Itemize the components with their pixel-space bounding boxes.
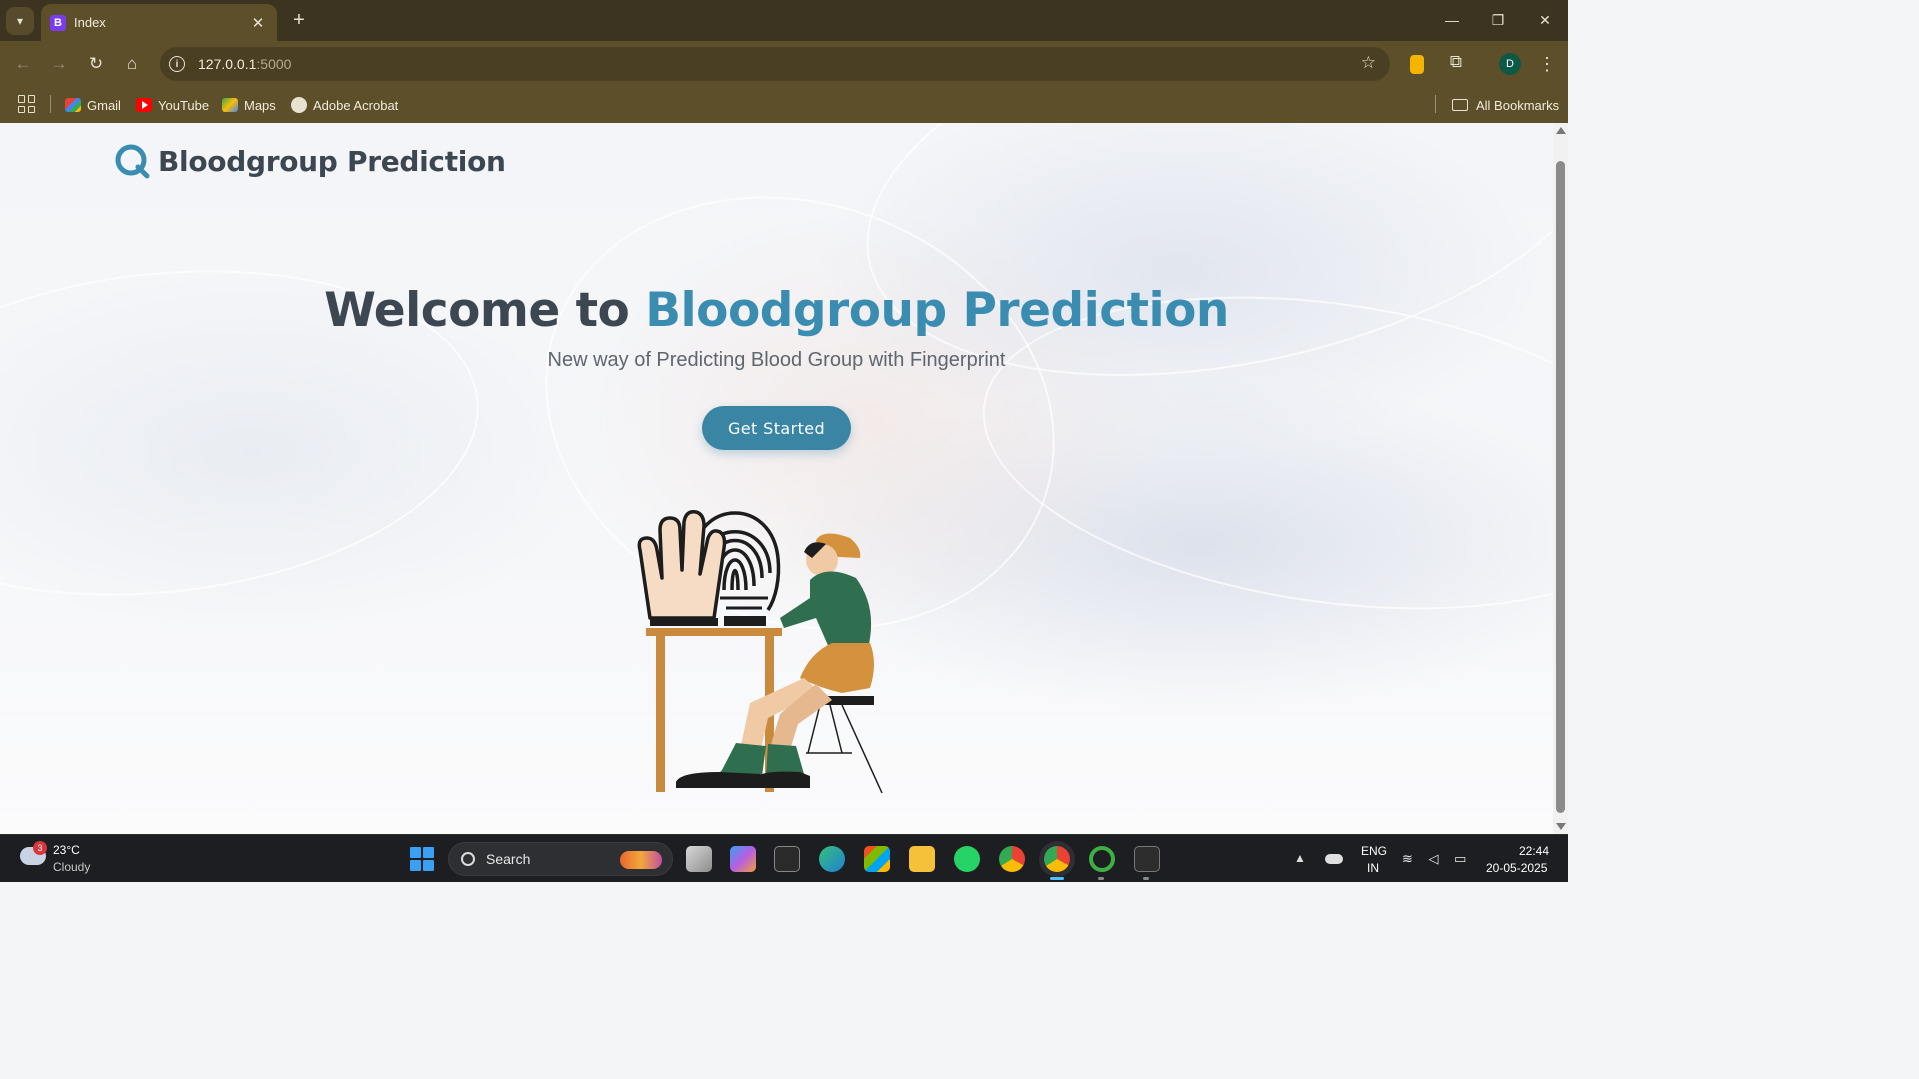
page-scrollbar[interactable]	[1553, 123, 1568, 834]
all-bookmarks-button[interactable]: All Bookmarks	[1452, 95, 1559, 115]
desk-top	[646, 628, 782, 636]
chrome-active-icon[interactable]	[1044, 846, 1070, 872]
clock-date[interactable]: 20-05-2025	[1486, 861, 1547, 875]
tab-index[interactable]: B Index ✕	[41, 4, 277, 41]
scroll-up-arrow-icon[interactable]	[1556, 127, 1566, 134]
loading-app-icon[interactable]	[1089, 846, 1115, 872]
tab-title: Index	[74, 15, 106, 30]
extension-icon[interactable]	[1410, 55, 1424, 74]
window-close-button[interactable]: ✕	[1531, 8, 1559, 32]
reload-icon[interactable]: ↻	[85, 53, 107, 75]
weather-temperature[interactable]: 23°C	[53, 843, 80, 857]
bootstrap-favicon-icon: B	[50, 14, 66, 31]
running-app-indicator	[1098, 877, 1104, 880]
windows-start-icon[interactable]	[410, 847, 434, 871]
wifi-volume-battery-icons[interactable]: ≋ ◁ ▭	[1402, 851, 1472, 867]
forward-arrow-icon[interactable]: →	[48, 53, 70, 75]
taskbar-search-label: Search	[486, 851, 531, 867]
chrome-icon[interactable]	[999, 846, 1025, 872]
site-brand[interactable]: Bloodgroup Prediction	[114, 143, 506, 179]
windows-taskbar: 3 23°C Cloudy Search ▲ ENG IN ≋ ◁ ▭ 22:4…	[0, 834, 1568, 882]
scroll-thumb[interactable]	[1556, 161, 1565, 813]
search-highlight-icon	[620, 851, 662, 869]
profile-avatar[interactable]: D	[1499, 53, 1521, 75]
bookmark-adobe-acrobat[interactable]: Adobe Acrobat	[291, 95, 398, 115]
tab-strip: ▾ B Index ✕ + — ❐ ✕	[0, 0, 1568, 41]
scanner-base	[650, 618, 718, 626]
bookmark-star-icon[interactable]: ☆	[1361, 53, 1376, 73]
tray-chevron-up-icon[interactable]: ▲	[1294, 851, 1306, 865]
brand-logo-icon	[115, 144, 150, 179]
terminal-window-icon[interactable]	[774, 846, 800, 872]
onedrive-cloud-icon[interactable]	[1325, 854, 1343, 864]
bookmark-youtube[interactable]: YouTube	[136, 95, 209, 115]
taskbar-search[interactable]: Search	[448, 842, 673, 876]
minimize-button[interactable]: —	[1438, 8, 1466, 32]
bookmark-maps[interactable]: Maps	[222, 95, 276, 115]
site-info-icon[interactable]: i	[169, 56, 185, 72]
microsoft-store-icon[interactable]	[864, 846, 890, 872]
extensions-puzzle-icon[interactable]: ⧉	[1445, 52, 1467, 74]
tab-close-icon[interactable]: ✕	[249, 14, 267, 32]
language-indicator[interactable]: ENG	[1361, 844, 1387, 858]
edge-browser-icon[interactable]	[819, 846, 845, 872]
back-arrow-icon[interactable]: ←	[12, 53, 34, 75]
desk-leg	[656, 636, 665, 792]
all-bookmarks-label: All Bookmarks	[1476, 97, 1560, 113]
sock	[766, 744, 804, 776]
url-host: 127.0.0.1	[198, 56, 257, 72]
bookmarks-bar: Gmail YouTube Maps Adobe Acrobat All Boo…	[0, 87, 1568, 123]
browser-toolbar: ← → ↻ ⌂ i 127.0.0.1:5000 ☆ ⧉ D ⋮	[0, 41, 1568, 87]
globe-icon	[291, 97, 307, 113]
keyboard	[724, 616, 766, 626]
youtube-icon	[136, 98, 152, 112]
hero-title-prefix: Welcome to	[324, 283, 646, 338]
new-tab-button[interactable]: +	[288, 9, 310, 31]
hand-icon	[637, 509, 727, 620]
page-viewport: Bloodgroup Prediction Welcome to Bloodgr…	[0, 123, 1553, 834]
task-view-icon[interactable]	[686, 846, 712, 872]
bookmark-gmail[interactable]: Gmail	[65, 95, 121, 115]
hero-title-accent: Bloodgroup Prediction	[645, 283, 1229, 338]
url-port: :5000	[256, 56, 292, 72]
language-region[interactable]: IN	[1367, 861, 1379, 875]
bookmark-label: Maps	[244, 97, 276, 113]
restore-button[interactable]: ❐	[1484, 8, 1512, 32]
browser-menu-icon[interactable]: ⋮	[1538, 53, 1556, 75]
fingerprint-illustration	[637, 509, 883, 794]
stool-legs	[806, 704, 883, 794]
shoe	[756, 771, 810, 788]
hero-title: Welcome to Bloodgroup Prediction	[0, 283, 1553, 338]
scroll-down-arrow-icon[interactable]	[1556, 823, 1566, 830]
bookmark-label: YouTube	[158, 97, 210, 113]
copilot-icon[interactable]	[730, 846, 756, 872]
hero-subtitle: New way of Predicting Blood Group with F…	[547, 349, 1006, 371]
maps-icon	[222, 98, 238, 112]
brand-name: Bloodgroup Prediction	[158, 144, 506, 178]
get-started-button[interactable]: Get Started	[702, 406, 851, 450]
running-app-indicator	[1143, 877, 1149, 880]
bookmark-label: Gmail	[87, 97, 121, 113]
gmail-icon	[65, 98, 81, 112]
address-bar[interactable]: i 127.0.0.1:5000 ☆	[160, 47, 1390, 81]
bookmarks-divider	[1435, 95, 1436, 113]
folder-icon	[1452, 99, 1468, 111]
home-icon[interactable]: ⌂	[121, 53, 143, 75]
bookmarks-divider	[50, 95, 51, 113]
active-app-indicator	[1050, 877, 1064, 880]
shoe	[676, 772, 760, 788]
search-icon	[461, 852, 475, 866]
apps-grid-icon[interactable]	[18, 95, 36, 113]
tab-search-button[interactable]: ▾	[6, 7, 34, 35]
hoodie	[780, 571, 872, 650]
whatsapp-icon[interactable]	[954, 846, 980, 872]
weather-condition[interactable]: Cloudy	[53, 860, 90, 874]
command-prompt-icon[interactable]	[1134, 846, 1160, 872]
file-explorer-icon[interactable]	[909, 846, 935, 872]
clock-time[interactable]: 22:44	[1519, 844, 1549, 858]
weather-badge: 3	[33, 841, 47, 855]
bookmark-label: Adobe Acrobat	[313, 97, 399, 113]
